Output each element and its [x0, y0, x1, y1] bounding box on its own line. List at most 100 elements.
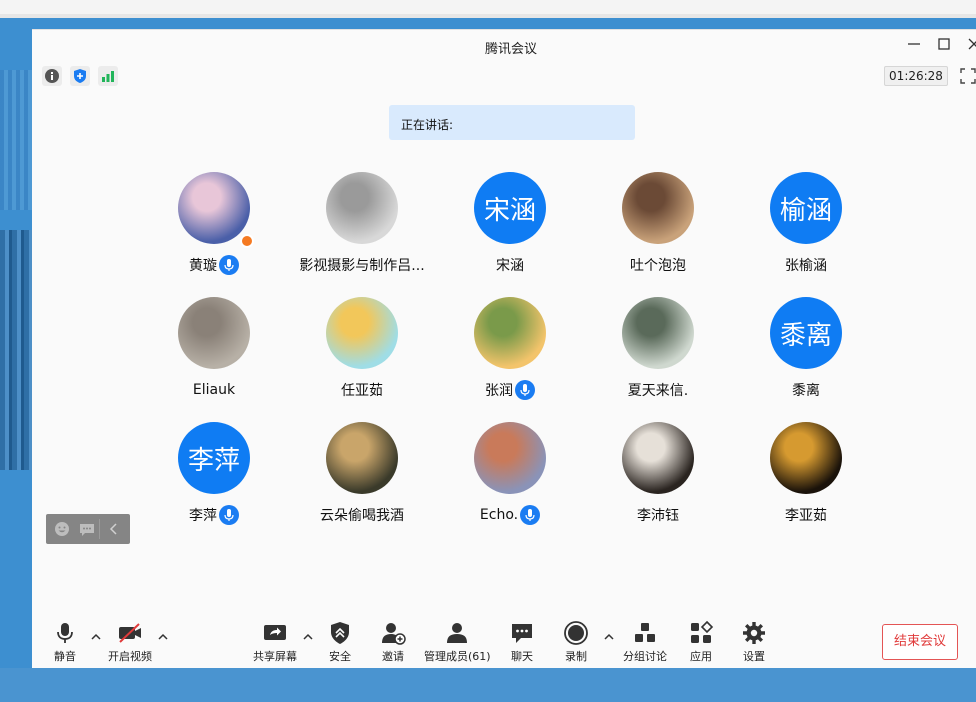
participant-name-row: 影视摄影与制作吕... — [292, 254, 432, 276]
mute-button[interactable]: 静音 — [46, 620, 84, 664]
close-button[interactable] — [964, 36, 976, 56]
chat-icon — [512, 624, 532, 643]
signal-icon[interactable] — [98, 66, 118, 86]
participant-name-row: 黄璇 — [144, 254, 284, 276]
share-screen-icon — [264, 625, 286, 640]
participant-tile[interactable]: 黍离 黍离 — [736, 297, 876, 407]
speaking-indicator: 正在讲话: — [389, 105, 635, 140]
chat-label: 聊天 — [511, 650, 533, 663]
participant-tile[interactable]: 云朵偷喝我酒 — [292, 422, 432, 532]
manage-members-button[interactable]: 管理成员(61) — [424, 620, 491, 664]
participant-name-row: 张榆涵 — [736, 254, 876, 276]
emoji-icon[interactable] — [54, 521, 70, 537]
maximize-button[interactable] — [934, 36, 954, 56]
participant-tile[interactable]: 李萍 李萍 — [144, 422, 284, 532]
avatar — [326, 172, 398, 244]
participant-tile[interactable]: Echo. — [440, 422, 580, 532]
record-options-caret-icon[interactable] — [604, 632, 614, 645]
participant-name-row: 张润 — [440, 379, 580, 401]
avatar — [178, 172, 250, 244]
participant-tile[interactable]: 吐个泡泡 — [588, 172, 728, 282]
meeting-timer: 01:26:28 — [884, 66, 948, 86]
participant-name: 张榆涵 — [785, 258, 827, 274]
title-bar[interactable]: 腾讯会议 — [32, 30, 976, 62]
participant-name: 张润 — [485, 383, 513, 399]
participant-tile[interactable]: 宋涵 宋涵 — [440, 172, 580, 282]
participant-name-row: 吐个泡泡 — [588, 254, 728, 276]
speaking-mic-icon — [515, 380, 535, 400]
chat-button[interactable]: 聊天 — [506, 620, 538, 664]
settings-label: 设置 — [743, 650, 765, 663]
apps-label: 应用 — [690, 650, 712, 663]
participant-name: 李亚茹 — [785, 508, 827, 524]
security-button[interactable]: 安全 — [324, 620, 356, 664]
participant-name: 李沛钰 — [637, 508, 679, 524]
info-icon[interactable] — [42, 66, 62, 86]
invite-label: 邀请 — [382, 650, 404, 663]
avatar — [474, 297, 546, 369]
speaking-mic-icon — [219, 505, 239, 525]
participant-name: Eliauk — [192, 382, 236, 398]
avatar — [622, 422, 694, 494]
reaction-bar — [46, 514, 130, 544]
participant-tile[interactable]: 影视摄影与制作吕... — [292, 172, 432, 282]
participant-name: Echo. — [479, 507, 519, 523]
avatar-initials: 榆涵 — [770, 172, 842, 244]
participant-name: 李萍 — [189, 508, 217, 524]
participant-name: 吐个泡泡 — [630, 258, 686, 274]
video-options-caret-icon[interactable] — [158, 632, 168, 645]
participant-name-row: 李亚茹 — [736, 504, 876, 526]
desktop-bookshelf — [0, 230, 32, 470]
record-button[interactable]: 录制 — [560, 620, 592, 664]
participant-tile[interactable]: 夏天来信. — [588, 297, 728, 407]
desktop-top — [0, 0, 976, 14]
comment-icon[interactable] — [79, 521, 95, 537]
participant-name-row: 云朵偷喝我酒 — [292, 504, 432, 526]
members-icon — [447, 623, 467, 643]
speaking-mic-icon — [520, 505, 541, 525]
participant-tile[interactable]: 黄璇 — [144, 172, 284, 282]
share-options-caret-icon[interactable] — [303, 632, 313, 645]
avatar — [178, 297, 250, 369]
mute-options-caret-icon[interactable] — [91, 632, 101, 645]
share-screen-button[interactable]: 共享屏幕 — [252, 620, 298, 664]
minimize-button[interactable] — [904, 36, 924, 56]
avatar-initials: 宋涵 — [474, 172, 546, 244]
participant-name: 黍离 — [792, 383, 820, 399]
settings-button[interactable]: 设置 — [738, 620, 770, 664]
video-off-icon — [119, 623, 141, 643]
participant-tile[interactable]: 李亚茹 — [736, 422, 876, 532]
participant-name-row: 夏天来信. — [588, 379, 728, 401]
meeting-window: 腾讯会议 01:26:28 正在讲话: 黄璇 影视摄影与制作吕... 宋涵 宋涵… — [32, 29, 976, 668]
participant-name-row: Echo. — [440, 504, 580, 526]
desktop-bottom — [0, 668, 976, 702]
participant-tile[interactable]: 张润 — [440, 297, 580, 407]
desktop-strip — [0, 14, 976, 18]
start-video-button[interactable]: 开启视频 — [106, 620, 154, 664]
participant-name-row: 李沛钰 — [588, 504, 728, 526]
fullscreen-icon[interactable] — [960, 68, 976, 84]
participant-tile[interactable]: 榆涵 张榆涵 — [736, 172, 876, 282]
shield-icon[interactable] — [70, 66, 90, 86]
invite-button[interactable]: 邀请 — [377, 620, 409, 664]
participant-name-row: 李萍 — [144, 504, 284, 526]
speaking-mic-icon — [219, 255, 239, 275]
avatar — [326, 422, 398, 494]
host-badge-icon — [240, 234, 254, 248]
avatar-initials: 李萍 — [178, 422, 250, 494]
avatar — [474, 422, 546, 494]
avatar — [326, 297, 398, 369]
participant-tile[interactable]: 李沛钰 — [588, 422, 728, 532]
breakout-rooms-button[interactable]: 分组讨论 — [620, 620, 670, 664]
apps-button[interactable]: 应用 — [685, 620, 717, 664]
collapse-chevron-icon[interactable] — [106, 521, 122, 537]
participant-tile[interactable]: Eliauk — [144, 297, 284, 407]
participant-name: 宋涵 — [496, 258, 524, 274]
participant-name: 影视摄影与制作吕... — [299, 258, 425, 274]
end-meeting-button[interactable]: 结束会议 — [882, 624, 958, 660]
participant-tile[interactable]: 任亚茹 — [292, 297, 432, 407]
gear-icon — [743, 622, 765, 644]
participant-name-row: 黍离 — [736, 379, 876, 401]
avatar — [622, 172, 694, 244]
security-label: 安全 — [329, 650, 351, 663]
